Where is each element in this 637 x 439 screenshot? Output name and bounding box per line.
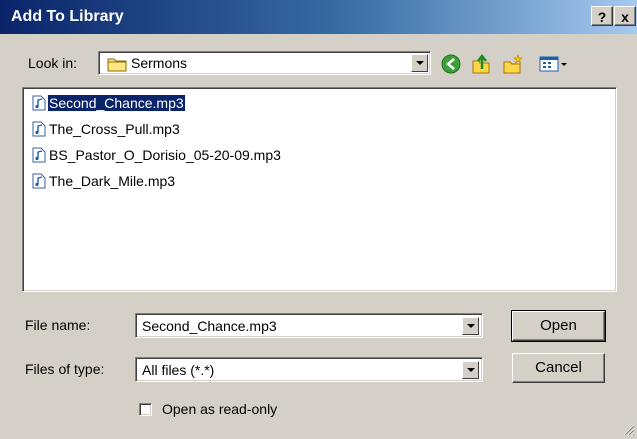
resize-grip-icon[interactable] (621, 422, 635, 436)
file-list[interactable]: Second_Chance.mp3 The_Cross_Pull.mp3 BS_… (22, 87, 617, 292)
up-folder-icon[interactable] (470, 53, 492, 75)
file-type-select[interactable]: All files (*.*) (135, 357, 483, 382)
file-name-input[interactable]: Second_Chance.mp3 (142, 318, 277, 334)
look-in-combo[interactable]: Sermons (98, 51, 431, 75)
read-only-checkbox[interactable] (139, 403, 152, 416)
audio-file-icon (32, 95, 46, 111)
file-name: Second_Chance.mp3 (47, 94, 186, 112)
back-icon[interactable] (440, 53, 462, 75)
add-to-library-dialog: Add To Library ? x Look in: Sermons Seco… (0, 0, 637, 438)
audio-file-icon (32, 147, 46, 163)
audio-file-icon (32, 173, 46, 189)
dialog-title: Add To Library (11, 8, 124, 25)
view-menu-icon[interactable] (537, 53, 571, 75)
file-name-combo[interactable]: Second_Chance.mp3 (135, 313, 483, 338)
file-name: The_Cross_Pull.mp3 (49, 121, 180, 137)
look-in-value: Sermons (131, 55, 188, 71)
audio-file-icon (32, 121, 46, 137)
file-name-label: File name: (25, 317, 91, 333)
read-only-label: Open as read-only (162, 401, 278, 417)
close-button[interactable]: x (614, 6, 636, 26)
title-bar[interactable]: Add To Library ? x (0, 0, 637, 34)
file-type-dropdown-button[interactable] (462, 361, 479, 379)
file-name-dropdown-button[interactable] (462, 317, 479, 335)
file-type-value: All files (*.*) (142, 362, 215, 378)
new-folder-icon[interactable] (502, 53, 524, 75)
help-button[interactable]: ? (591, 6, 613, 26)
file-name: The_Dark_Mile.mp3 (49, 173, 176, 189)
open-button[interactable]: Open (511, 310, 606, 342)
look-in-label: Look in: (28, 55, 78, 71)
folder-icon (107, 56, 127, 75)
file-name: BS_Pastor_O_Dorisio_05-20-09.mp3 (49, 147, 281, 163)
cancel-button[interactable]: Cancel (512, 353, 605, 383)
file-type-label: Files of type: (25, 361, 105, 377)
look-in-dropdown-button[interactable] (411, 54, 428, 72)
